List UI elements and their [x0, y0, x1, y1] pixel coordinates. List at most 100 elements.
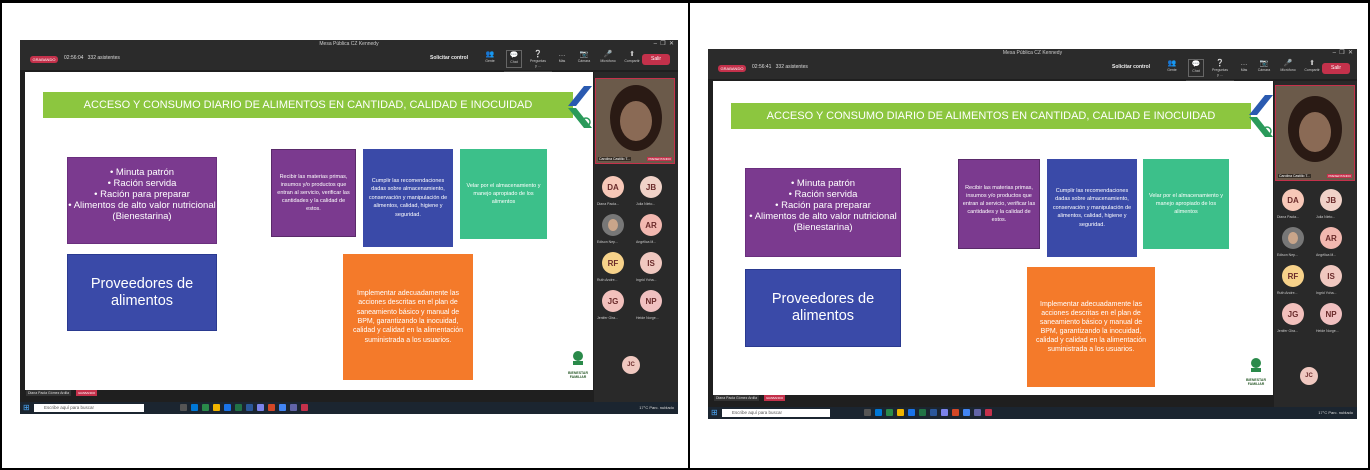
app-icon[interactable] — [301, 404, 308, 411]
table-border-left — [0, 0, 2, 470]
app-icon[interactable] — [930, 409, 937, 416]
request-control-button[interactable]: Solicitar control — [430, 55, 468, 61]
windows-taskbar: ⊞ Escribe aquí para buscar 17°C Parc. nu… — [20, 402, 678, 414]
avatar-photo[interactable] — [602, 214, 624, 236]
leave-button[interactable]: Salir — [1322, 63, 1350, 74]
more-button[interactable]: … Más — [554, 50, 570, 68]
avatar[interactable]: JB — [640, 176, 662, 198]
participant-name: Ruth Andre... — [1277, 291, 1298, 295]
app-icon[interactable] — [952, 409, 959, 416]
avatar[interactable]: JG — [602, 290, 624, 312]
app-icon[interactable] — [908, 409, 915, 416]
taskbar-search[interactable]: Escribe aquí para buscar — [34, 404, 144, 412]
app-icon[interactable] — [213, 404, 220, 411]
participant-name: Jenifer Gira... — [1277, 329, 1299, 333]
app-icon[interactable] — [235, 404, 242, 411]
app-icon[interactable] — [268, 404, 275, 411]
avatar[interactable]: JG — [1282, 303, 1304, 325]
qa-button[interactable]: ❔ Preguntas y ... — [530, 50, 546, 68]
participant-name: Jenifer Gira... — [597, 316, 619, 320]
video-badge: PRESENTANDO — [1327, 174, 1352, 178]
share-button[interactable]: ⬆ Compartir — [1304, 59, 1320, 77]
system-tray[interactable]: 17°C Parc. nublado — [1318, 410, 1353, 415]
avatar[interactable]: NP — [640, 290, 662, 312]
avatar[interactable]: RF — [602, 252, 624, 274]
app-icon[interactable] — [290, 404, 297, 411]
chat-button[interactable]: 💬 Chat — [506, 50, 522, 68]
receive-box: Recibir las materias primas, insumos y/o… — [958, 159, 1040, 249]
window-controls[interactable]: – ❐ ✕ — [654, 40, 674, 47]
menu-items-box: • Minuta patrón • Ración servida • Ració… — [67, 157, 217, 244]
avatar[interactable]: IS — [640, 252, 662, 274]
camera-button[interactable]: 📷 Cámara — [576, 50, 592, 68]
participant-name: Heide Norge... — [636, 316, 659, 320]
avatar[interactable]: NP — [1320, 303, 1342, 325]
mic-button[interactable]: 🎤 Micrófono — [1280, 59, 1296, 77]
app-icon[interactable] — [941, 409, 948, 416]
meeting-timer: 02:56:41 332 asistentes — [752, 64, 808, 70]
app-icon[interactable] — [963, 409, 970, 416]
participant-name: Diana Paola... — [597, 202, 619, 206]
windows-start-icon[interactable]: ⊞ — [23, 404, 30, 412]
qa-button[interactable]: ❔ Preguntas y ... — [1212, 59, 1228, 77]
app-icon[interactable] — [875, 409, 882, 416]
teams-screenshot-right: Mesa Pública CZ Kennedy – ❐ ✕ GRABANDO 0… — [708, 49, 1357, 419]
icbf-chevron-logo — [1243, 93, 1273, 139]
leave-button[interactable]: Salir — [642, 54, 670, 65]
request-control-button[interactable]: Solicitar control — [1112, 64, 1150, 70]
app-icon[interactable] — [246, 404, 253, 411]
participant-name: Ingrid Yoha... — [1316, 291, 1337, 295]
app-icon[interactable] — [864, 409, 871, 416]
toolbar-buttons: 👥 Gente 💬 Chat ❔ Preguntas y ... … Más — [482, 50, 570, 68]
mic-button[interactable]: 🎤 Micrófono — [600, 50, 616, 68]
avatar[interactable]: RF — [1282, 265, 1304, 287]
app-icon[interactable] — [180, 404, 187, 411]
taskbar-search[interactable]: Escribe aquí para buscar — [722, 409, 830, 417]
media-buttons: 📷 Cámara 🎤 Micrófono ⬆ Compartir — [576, 50, 640, 68]
people-button[interactable]: 👥 Gente — [482, 50, 498, 68]
implement-box: Implementar adecuadamente las acciones d… — [343, 254, 473, 380]
windows-start-icon[interactable]: ⊞ — [711, 409, 718, 417]
app-icon[interactable] — [257, 404, 264, 411]
presenter-video: Carolina Castillo T... PRESENTANDO — [595, 78, 675, 164]
avatar[interactable]: IS — [1320, 265, 1342, 287]
app-icon[interactable] — [985, 409, 992, 416]
people-button[interactable]: 👥 Gente — [1164, 59, 1180, 77]
avatar[interactable]: AR — [1320, 227, 1342, 249]
participant-name: Ingrid Yoha... — [636, 278, 657, 282]
app-icon[interactable] — [886, 409, 893, 416]
menu-items-box: • Minuta patrón • Ración servida • Ració… — [745, 168, 901, 257]
app-icon[interactable] — [224, 404, 231, 411]
participant-name: Edison Nep... — [597, 240, 619, 244]
avatar[interactable]: JC — [622, 356, 640, 374]
chat-button[interactable]: 💬 Chat — [1188, 59, 1204, 77]
app-icon[interactable] — [974, 409, 981, 416]
participant-name: Julia Nieto... — [636, 202, 656, 206]
app-icon[interactable] — [202, 404, 209, 411]
window-controls[interactable]: – ❐ ✕ — [1333, 49, 1353, 56]
app-icon[interactable] — [279, 404, 286, 411]
avatar[interactable]: DA — [1282, 189, 1304, 211]
table-column-divider — [688, 0, 690, 470]
participants-panel: Carolina Castillo T... PRESENTANDO DA Di… — [1274, 81, 1357, 407]
camera-button[interactable]: 📷 Cámara — [1256, 59, 1272, 77]
presenter-name: Diana Paola Gómez Ardila — [26, 390, 72, 396]
providers-box: Proveedores de alimentos — [67, 254, 217, 331]
avatar[interactable]: JC — [1300, 367, 1318, 385]
system-tray[interactable]: 17°C Parc. nublado — [639, 405, 674, 410]
recording-badge: GRABANDO — [718, 65, 746, 72]
avatar[interactable]: AR — [640, 214, 662, 236]
media-buttons: 📷 Cámara 🎤 Micrófono ⬆ Compartir — [1256, 59, 1320, 77]
meeting-toolbar: GRABANDO 02:56:41 332 asistentes Solicit… — [708, 57, 1357, 79]
avatar[interactable]: DA — [602, 176, 624, 198]
presenter-video: Carolina Castillo T... PRESENTANDO — [1275, 85, 1355, 181]
share-button[interactable]: ⬆ Compartir — [624, 50, 640, 68]
app-icon[interactable] — [919, 409, 926, 416]
app-icon[interactable] — [191, 404, 198, 411]
receive-box: Recibir las materias primas, insumos y/o… — [271, 149, 356, 237]
avatar[interactable]: JB — [1320, 189, 1342, 211]
more-button[interactable]: … Más — [1236, 59, 1252, 77]
app-icon[interactable] — [897, 409, 904, 416]
avatar-photo[interactable] — [1282, 227, 1304, 249]
recording-badge: GRABANDO — [30, 56, 58, 63]
